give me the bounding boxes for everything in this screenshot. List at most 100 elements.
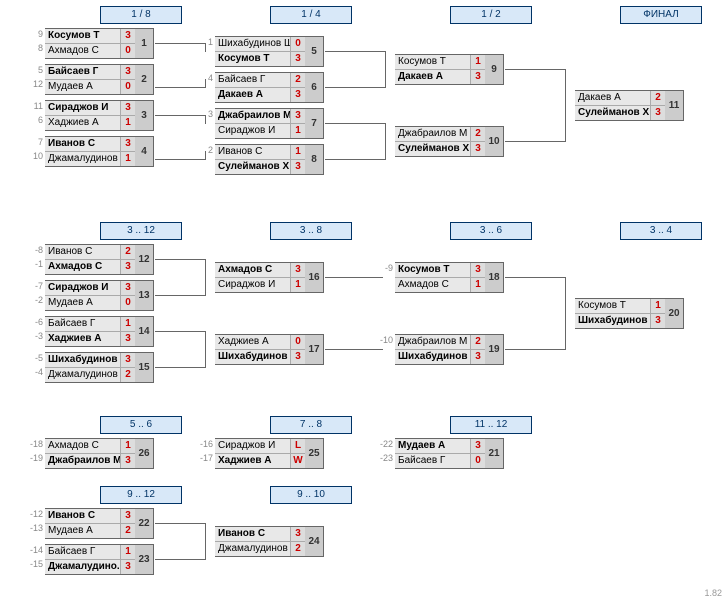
match-row: Косумов Т1 — [395, 55, 485, 69]
player-name: Ахмадов С — [395, 278, 470, 292]
match-number: 25 — [305, 438, 324, 469]
score: 1 — [120, 439, 135, 453]
match-row: Дакаев А2 — [575, 91, 665, 105]
player-name: Шихабудинов Ш — [395, 350, 470, 364]
score: 3 — [290, 88, 305, 102]
player-name: Байсаев Г — [395, 454, 470, 468]
seed: -13 — [27, 523, 43, 533]
player-name: Мудаев А — [45, 524, 120, 538]
match-number: 3 — [135, 100, 154, 131]
match-row: Сулейманов Х3 — [395, 141, 485, 156]
player-name: Дакаев А — [215, 88, 290, 102]
score: 3 — [120, 281, 135, 295]
match-m18: -9Косумов Т3Ахмадов С118 — [395, 262, 504, 293]
player-name: Хаджиев А — [215, 335, 290, 349]
match-row: Иванов С3 — [45, 137, 135, 151]
seed: -6 — [27, 317, 43, 327]
player-name: Иванов С — [45, 245, 120, 259]
match-row: Сираджов И1 — [215, 123, 305, 138]
match-m15: -5-4Шихабудинов Ш3Джамалудинов М215 — [45, 352, 154, 383]
match-number: 5 — [305, 36, 324, 67]
score: 2 — [120, 245, 135, 259]
match-m19: -10Джабраилов М2Шихабудинов Ш319 — [395, 334, 504, 365]
match-m24: Иванов С3Джамалудинов М224 — [215, 526, 324, 557]
match-m23: -14-15Байсаев Г1Джамалудино...323 — [45, 544, 154, 575]
player-name: Косумов Т — [395, 263, 470, 277]
seed: 12 — [27, 79, 43, 89]
score: 2 — [120, 524, 135, 538]
player-name: Сулейманов Х — [395, 142, 470, 156]
player-name: Сираджов И — [215, 124, 290, 138]
match-row: Мудаев А0 — [45, 295, 135, 310]
score: 1 — [290, 278, 305, 292]
match-row: Джабраилов М2 — [395, 335, 485, 349]
score: 1 — [290, 145, 305, 159]
player-name: Ахмадов С — [45, 439, 120, 453]
match-row: Джамалудинов М2 — [215, 541, 305, 556]
match-row: Хаджиев А0 — [215, 335, 305, 349]
match-row: Хаджиев А1 — [45, 115, 135, 130]
player-name: Ахмадов С — [45, 260, 120, 274]
stage-s38: 3 .. 8 — [270, 222, 352, 240]
match-m9: Косумов Т1Дакаев А39 — [395, 54, 504, 85]
match-number: 14 — [135, 316, 154, 347]
player-name: Хаджиев А — [215, 454, 290, 468]
score: 3 — [290, 109, 305, 123]
match-row: Ахмадов С3 — [45, 259, 135, 274]
match-row: Джамалудино...3 — [45, 559, 135, 574]
match-row: Дакаев А3 — [215, 87, 305, 102]
match-number: 10 — [485, 126, 504, 157]
player-name: Иванов С — [45, 137, 120, 151]
match-row: Иванов С3 — [45, 509, 135, 523]
match-m12: -8-1Иванов С2Ахмадов С312 — [45, 244, 154, 275]
connector — [325, 349, 383, 351]
match-number: 1 — [135, 28, 154, 59]
player-name: Джамалудинов М — [215, 542, 290, 556]
score: 3 — [120, 29, 135, 43]
match-number: 7 — [305, 108, 324, 139]
connector — [155, 259, 206, 278]
player-name: Дакаев А — [575, 91, 650, 105]
player-name: Сираджов И — [45, 101, 120, 115]
match-row: Сираджов ИL — [215, 439, 305, 453]
seed: 9 — [27, 29, 43, 39]
match-m17: Хаджиев А0Шихабудинов Ш317 — [215, 334, 324, 365]
match-number: 24 — [305, 526, 324, 557]
score: 3 — [470, 142, 485, 156]
player-name: Иванов С — [45, 509, 120, 523]
connector — [505, 105, 566, 142]
score: 3 — [120, 332, 135, 346]
connector — [325, 123, 386, 142]
score: 2 — [470, 335, 485, 349]
player-name: Шихабудинов Ш — [45, 353, 120, 367]
score: 3 — [290, 263, 305, 277]
connector — [155, 541, 206, 560]
player-name: Иванов С — [215, 527, 290, 541]
player-name: Иванов С — [215, 145, 290, 159]
match-m16: Ахмадов С3Сираджов И116 — [215, 262, 324, 293]
player-name: Джамалудинов М — [45, 368, 120, 382]
score: 1 — [470, 278, 485, 292]
stage-s56: 5 .. 6 — [100, 416, 182, 434]
player-name: Косумов Т — [45, 29, 120, 43]
match-row: Шихабудинов Ш3 — [395, 349, 485, 364]
player-name: Шихабудинов Ш — [215, 350, 290, 364]
match-m8: 2Иванов С1Сулейманов Х38 — [215, 144, 324, 175]
match-row: Джабраилов М3 — [215, 109, 305, 123]
score: 3 — [120, 353, 135, 367]
connector — [155, 151, 206, 160]
match-row: Байсаев Г1 — [45, 545, 135, 559]
connector — [325, 277, 383, 279]
match-m2: 512Байсаев Г3Мудаев А02 — [45, 64, 154, 95]
score: 3 — [120, 137, 135, 151]
player-name: Сулейманов Х — [215, 160, 290, 174]
match-number: 9 — [485, 54, 504, 85]
player-name: Мудаев А — [45, 80, 120, 94]
seed: -8 — [27, 245, 43, 255]
connector — [325, 69, 386, 88]
match-number: 16 — [305, 262, 324, 293]
player-name: Байсаев Г — [45, 65, 120, 79]
match-row: Косумов Т3 — [45, 29, 135, 43]
match-number: 26 — [135, 438, 154, 469]
match-row: Джабраилов М3 — [45, 453, 135, 468]
